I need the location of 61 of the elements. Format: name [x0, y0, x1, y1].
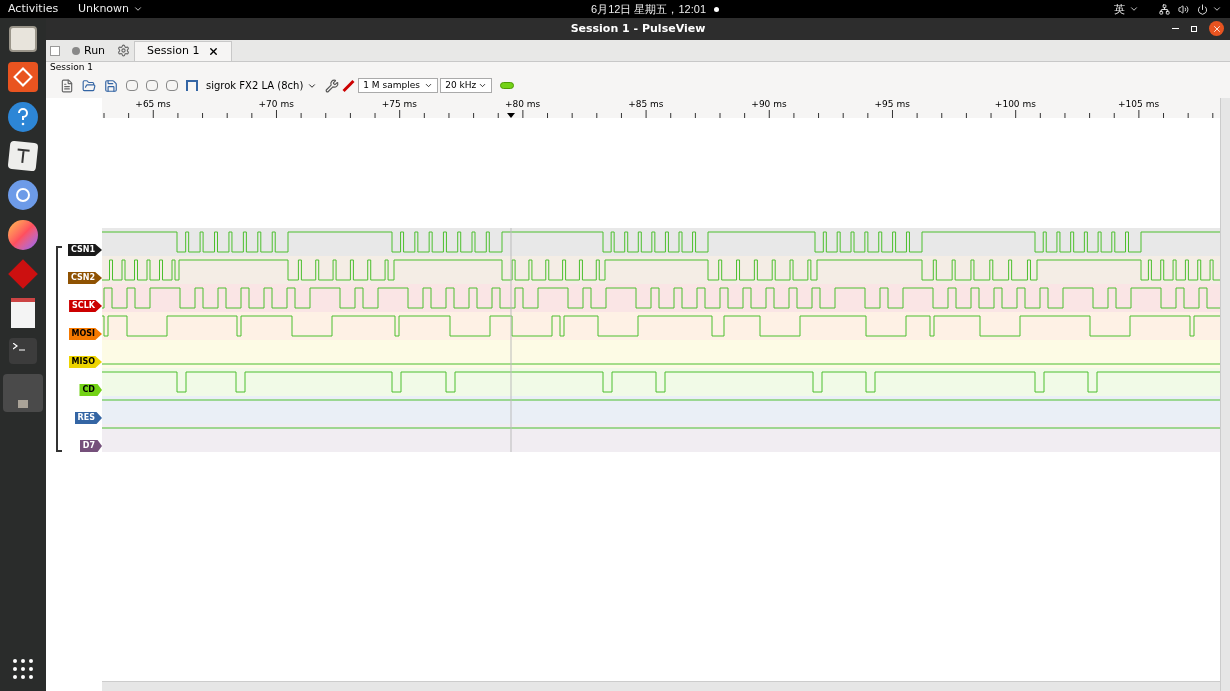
channel-label[interactable]: CSN1 [67, 244, 102, 256]
wrench-icon[interactable] [325, 78, 340, 93]
help-app-icon[interactable] [8, 102, 38, 132]
input-method-menu[interactable]: 英 [1114, 0, 1139, 18]
volume-icon[interactable] [1178, 3, 1189, 15]
channel-label[interactable]: CD [79, 384, 102, 396]
time-tick-label: +90 ms [751, 98, 787, 111]
caret-icon [1129, 4, 1139, 14]
zoom-in-icon[interactable] [126, 80, 138, 91]
network-icon[interactable] [1159, 3, 1170, 15]
vertical-scrollbar[interactable] [1220, 98, 1230, 691]
channel-label[interactable]: CSN2 [67, 272, 102, 284]
new-file-icon[interactable] [60, 78, 74, 93]
caret-icon [424, 81, 434, 90]
cursor-icon[interactable] [186, 80, 198, 91]
caret-icon [133, 4, 144, 14]
close-icon[interactable] [207, 46, 219, 57]
window-title: Session 1 - PulseView [570, 20, 706, 37]
acquire-icon[interactable] [500, 82, 515, 89]
tab-label: Session 1 [147, 43, 200, 60]
probe-icon[interactable] [342, 79, 355, 92]
document-viewer-app-icon[interactable] [11, 298, 35, 328]
restore-icon[interactable] [1191, 25, 1197, 32]
time-tick-label: +70 ms [258, 98, 294, 111]
channel-label[interactable]: D7 [79, 440, 102, 452]
channel-label[interactable]: MOSI [68, 328, 102, 340]
samplerate-dropdown[interactable]: 20 kHz [440, 78, 493, 93]
save-icon[interactable] [104, 78, 118, 93]
device-dropdown[interactable]: sigrok FX2 LA (8ch) [206, 78, 318, 93]
time-tick-label: +75 ms [381, 98, 418, 111]
samples-dropdown[interactable]: 1 M samples [358, 78, 439, 93]
caret-icon [1212, 4, 1222, 14]
horizontal-scrollbar[interactable] [102, 681, 1220, 691]
trigger-marker-icon [507, 113, 515, 118]
app-menu[interactable]: Unknown [78, 0, 144, 18]
time-tick-label: +85 ms [628, 98, 664, 111]
session-label: Session 1 [50, 60, 93, 74]
clock[interactable]: 6月12日 星期五，12:01 [591, 0, 706, 18]
zoom-out-icon[interactable] [146, 80, 158, 91]
caret-icon [478, 81, 488, 90]
text-editor-app-icon[interactable] [7, 140, 39, 172]
channel-label[interactable]: MISO [68, 356, 102, 368]
channel-label[interactable]: RES [74, 412, 102, 424]
open-folder-icon[interactable] [82, 78, 96, 93]
new-session-icon[interactable] [50, 46, 60, 56]
close-icon [1211, 23, 1222, 34]
power-icon[interactable] [1197, 3, 1208, 15]
app-grid-icon[interactable] [13, 659, 33, 679]
time-tick-label: +80 ms [504, 98, 541, 111]
session-tab[interactable]: Session 1 [134, 41, 232, 61]
time-tick-label: +95 ms [874, 98, 910, 111]
terminal-app-icon[interactable] [9, 338, 37, 364]
time-tick-label: +105 ms [1118, 98, 1160, 111]
settings-icon[interactable] [117, 44, 131, 57]
close-button[interactable] [1209, 21, 1224, 36]
zoom-fit-icon[interactable] [166, 80, 178, 91]
activities-button[interactable]: Activities [8, 0, 70, 18]
channel-label[interactable]: SCLK [69, 300, 102, 312]
time-tick-label: +65 ms [135, 98, 171, 111]
time-tick-label: +100 ms [994, 98, 1036, 111]
browser-app-icon[interactable] [8, 180, 38, 210]
